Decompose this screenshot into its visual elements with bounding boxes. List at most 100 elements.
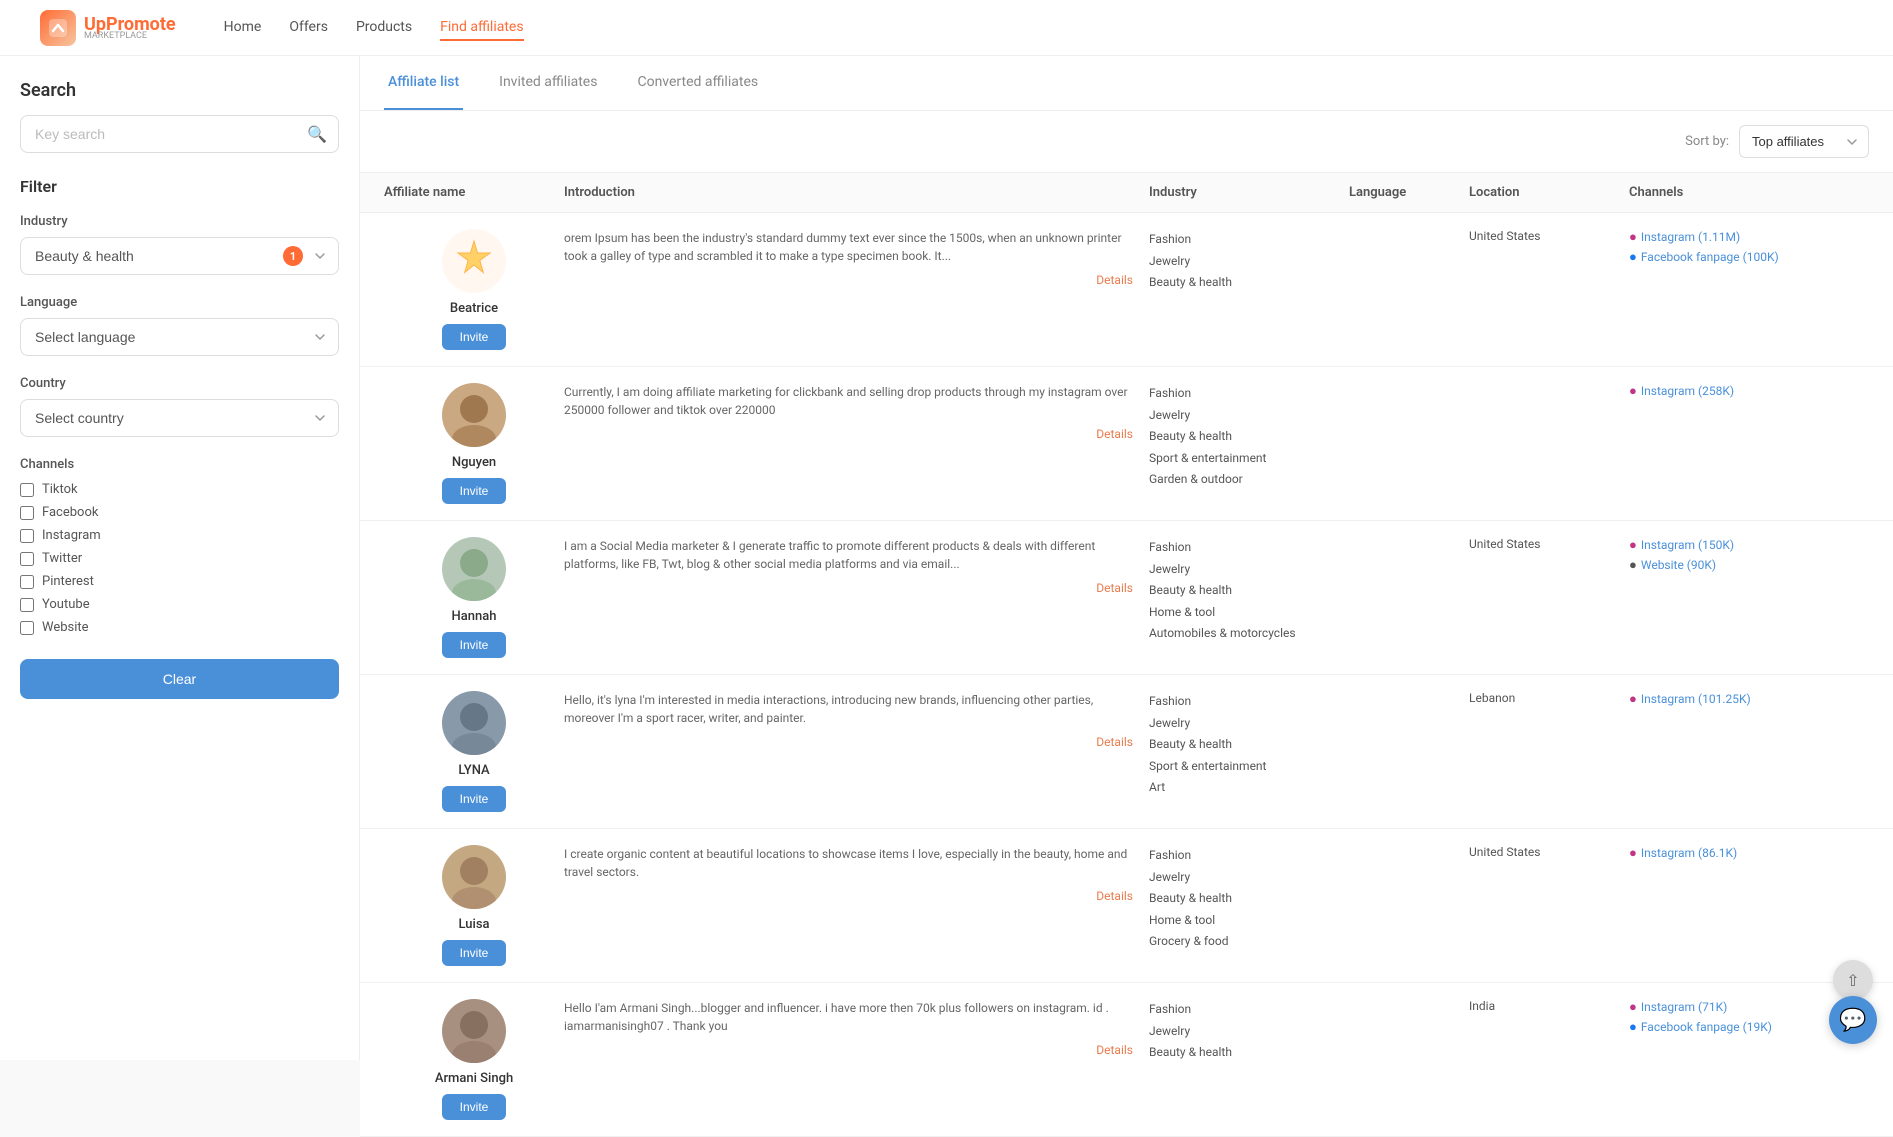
channels-cell-luisa: ● Instagram (86.1K)	[1629, 845, 1869, 861]
instagram-icon: ●	[1629, 999, 1637, 1015]
channel-item-tiktok: Tiktok	[20, 482, 339, 497]
channel-item-website: Website	[20, 620, 339, 635]
table-header: Affiliate name Introduction Industry Lan…	[360, 173, 1893, 213]
avatar-lyna	[442, 691, 506, 755]
col-location: Location	[1469, 185, 1629, 200]
intro-text-nguyen: Currently, I am doing affiliate marketin…	[564, 383, 1133, 419]
intro-text-hannah: I am a Social Media marketer & I generat…	[564, 537, 1133, 573]
channels-label: Channels	[20, 457, 339, 472]
website-link-hannah[interactable]: ● Website (90K)	[1629, 557, 1869, 573]
language-select[interactable]: Select language	[20, 318, 339, 356]
channel-checkbox-instagram[interactable]	[20, 529, 34, 543]
channel-checkbox-pinterest[interactable]	[20, 575, 34, 589]
location-cell-armani: India	[1469, 999, 1629, 1013]
filter-title: Filter	[20, 177, 339, 196]
invite-button-beatrice[interactable]: Invite	[442, 324, 507, 350]
nav-home[interactable]: Home	[224, 15, 262, 41]
sort-select[interactable]: Top affiliates Newest Most followers	[1739, 125, 1869, 158]
table-row: Beatrice Invite orem Ipsum has been the …	[360, 213, 1893, 367]
intro-cell-lyna: Hello, it's lyna I'm interested in media…	[564, 691, 1149, 749]
instagram-link-nguyen[interactable]: ● Instagram (258K)	[1629, 383, 1869, 399]
details-link-hannah[interactable]: Details	[564, 581, 1133, 595]
tab-invited-affiliates[interactable]: Invited affiliates	[495, 56, 601, 110]
channel-checkbox-website[interactable]	[20, 621, 34, 635]
channel-checkbox-tiktok[interactable]	[20, 483, 34, 497]
industry-cell-armani: Fashion Jewelry Beauty & health	[1149, 999, 1349, 1064]
affiliate-cell-lyna: LYNA Invite	[384, 691, 564, 812]
industry-cell-lyna: Fashion Jewelry Beauty & health Sport & …	[1149, 691, 1349, 799]
affiliate-cell-nguyen: Nguyen Invite	[384, 383, 564, 504]
invite-button-lyna[interactable]: Invite	[442, 786, 507, 812]
details-link-beatrice[interactable]: Details	[564, 273, 1133, 287]
industry-cell-beatrice: Fashion Jewelry Beauty & health	[1149, 229, 1349, 294]
search-section: Search 🔍	[20, 80, 339, 153]
details-link-nguyen[interactable]: Details	[564, 427, 1133, 441]
chat-button[interactable]: 💬	[1829, 996, 1877, 1044]
instagram-icon: ●	[1629, 383, 1637, 399]
nav-find-affiliates[interactable]: Find affiliates	[440, 15, 523, 41]
table-row: Nguyen Invite Currently, I am doing affi…	[360, 367, 1893, 521]
scroll-top-button[interactable]: ⇧	[1833, 960, 1873, 1000]
col-language: Language	[1349, 185, 1469, 200]
details-link-lyna[interactable]: Details	[564, 735, 1133, 749]
location-cell-lyna: Lebanon	[1469, 691, 1629, 705]
tab-affiliate-list[interactable]: Affiliate list	[384, 56, 463, 110]
channel-label-youtube: Youtube	[42, 597, 90, 612]
details-link-armani[interactable]: Details	[564, 1043, 1133, 1057]
channels-filter-group: Channels Tiktok Facebook Instagram	[20, 457, 339, 635]
country-select[interactable]: Select country	[20, 399, 339, 437]
col-channels: Channels	[1629, 185, 1869, 200]
affiliate-cell-luisa: Luisa Invite	[384, 845, 564, 966]
instagram-link-luisa[interactable]: ● Instagram (86.1K)	[1629, 845, 1869, 861]
nav-products[interactable]: Products	[356, 15, 412, 41]
intro-text-armani: Hello I'am Armani Singh...blogger and in…	[564, 999, 1133, 1035]
instagram-icon: ●	[1629, 845, 1637, 861]
search-icon[interactable]: 🔍	[307, 125, 327, 144]
facebook-icon: ●	[1629, 1019, 1637, 1035]
sidebar: Search 🔍 Filter Industry Beauty & health…	[0, 56, 360, 1060]
affiliate-cell-hannah: Hannah Invite	[384, 537, 564, 658]
channel-list: Tiktok Facebook Instagram Twitter	[20, 482, 339, 635]
channel-label-pinterest: Pinterest	[42, 574, 94, 589]
location-cell-luisa: United States	[1469, 845, 1629, 859]
affiliate-name-hannah: Hannah	[452, 609, 497, 624]
logo[interactable]: UpPromote MARKETPLACE	[40, 10, 176, 46]
main-content: Affiliate list Invited affiliates Conver…	[360, 56, 1893, 1137]
invite-button-luisa[interactable]: Invite	[442, 940, 507, 966]
facebook-link-beatrice[interactable]: ● Facebook fanpage (100K)	[1629, 249, 1869, 265]
nav-offers[interactable]: Offers	[289, 15, 328, 41]
intro-cell-beatrice: orem Ipsum has been the industry's stand…	[564, 229, 1149, 287]
intro-text-luisa: I create organic content at beautiful lo…	[564, 845, 1133, 881]
instagram-link-hannah[interactable]: ● Instagram (150K)	[1629, 537, 1869, 553]
intro-cell-nguyen: Currently, I am doing affiliate marketin…	[564, 383, 1149, 441]
details-link-luisa[interactable]: Details	[564, 889, 1133, 903]
filter-section: Filter Industry Beauty & health 1 Langua…	[20, 177, 339, 699]
industry-cell-luisa: Fashion Jewelry Beauty & health Home & t…	[1149, 845, 1349, 953]
search-input-wrap: 🔍	[20, 115, 339, 153]
channel-label-tiktok: Tiktok	[42, 482, 78, 497]
clear-button[interactable]: Clear	[20, 659, 339, 699]
channel-checkbox-facebook[interactable]	[20, 506, 34, 520]
invite-button-hannah[interactable]: Invite	[442, 632, 507, 658]
facebook-icon: ●	[1629, 249, 1637, 265]
invite-button-nguyen[interactable]: Invite	[442, 478, 507, 504]
tab-converted-affiliates[interactable]: Converted affiliates	[633, 56, 762, 110]
channel-label-instagram: Instagram	[42, 528, 101, 543]
logo-icon	[40, 10, 76, 46]
main-layout: Search 🔍 Filter Industry Beauty & health…	[0, 56, 1893, 1137]
search-input[interactable]	[20, 115, 339, 153]
channel-checkbox-youtube[interactable]	[20, 598, 34, 612]
industry-badge: 1	[283, 246, 303, 266]
col-affiliate-name: Affiliate name	[384, 185, 564, 200]
channel-checkbox-twitter[interactable]	[20, 552, 34, 566]
instagram-link-beatrice[interactable]: ● Instagram (1.11M)	[1629, 229, 1869, 245]
industry-filter-group: Industry Beauty & health 1	[20, 214, 339, 275]
header: UpPromote MARKETPLACE Home Offers Produc…	[0, 0, 1893, 56]
invite-button-armani[interactable]: Invite	[442, 1094, 507, 1120]
intro-cell-hannah: I am a Social Media marketer & I generat…	[564, 537, 1149, 595]
channels-cell-lyna: ● Instagram (101.25K)	[1629, 691, 1869, 707]
industry-label: Industry	[20, 214, 339, 229]
affiliates-table: Beatrice Invite orem Ipsum has been the …	[360, 213, 1893, 1137]
instagram-link-lyna[interactable]: ● Instagram (101.25K)	[1629, 691, 1869, 707]
instagram-icon: ●	[1629, 537, 1637, 553]
